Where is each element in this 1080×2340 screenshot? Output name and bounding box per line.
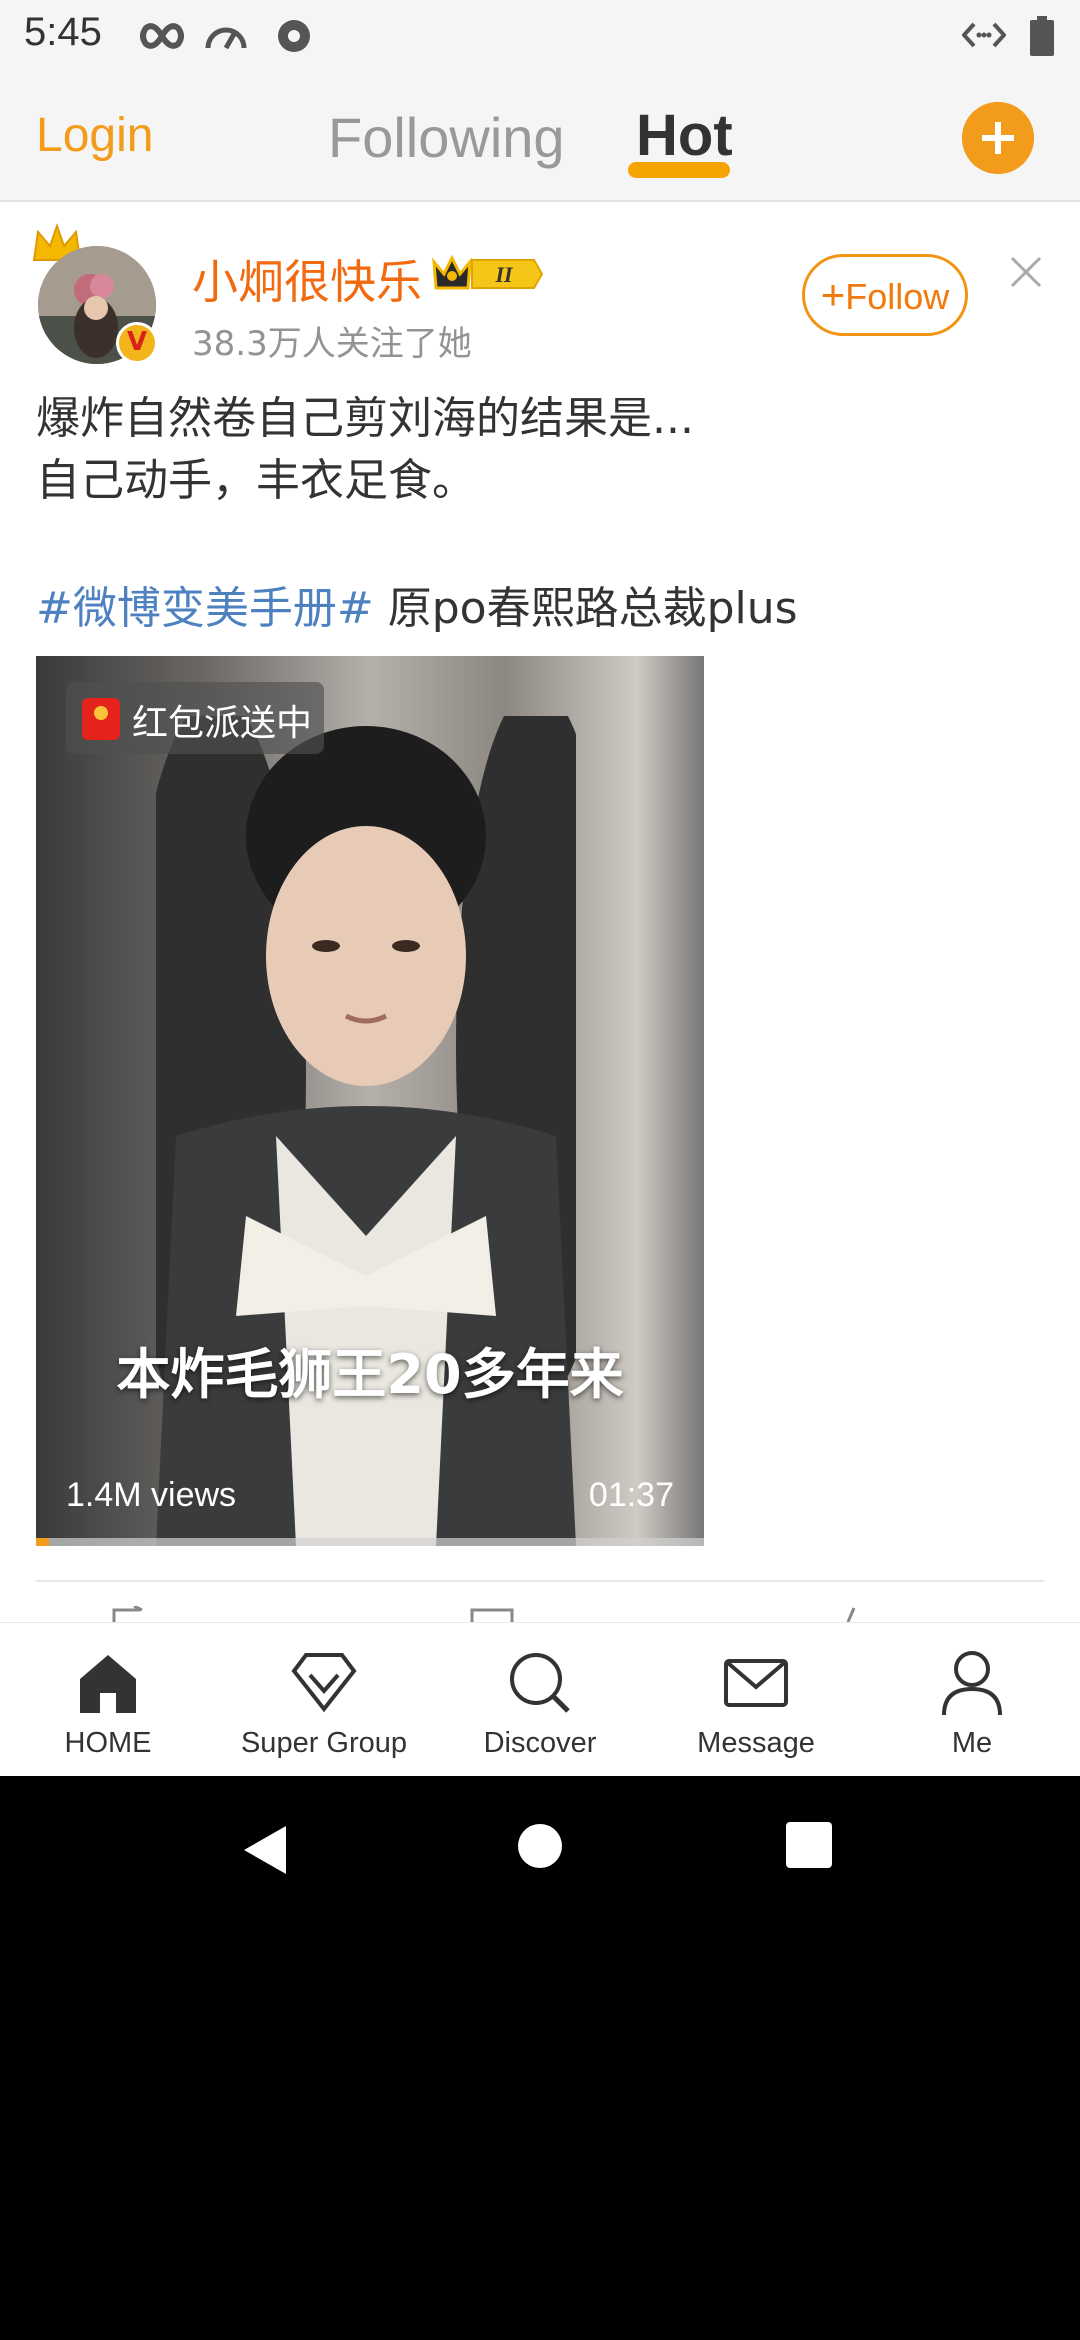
- system-navigation-bar: [0, 1776, 1080, 1920]
- tab-label: HOME: [64, 1727, 152, 1759]
- video-progress-fill: [36, 1538, 50, 1546]
- recents-icon[interactable]: [786, 1822, 832, 1868]
- person-icon: [942, 1651, 1002, 1716]
- repost-icon[interactable]: [110, 1606, 150, 1622]
- hashtag-link[interactable]: #微博变美手册#: [36, 583, 374, 634]
- tab-label: Message: [697, 1727, 815, 1759]
- video-player[interactable]: 红包派送中 本炸毛狮王20多年来 1.4M views 01:37: [36, 656, 704, 1546]
- speedometer-icon: [205, 27, 247, 50]
- tab-home[interactable]: HOME: [0, 1623, 216, 1776]
- compose-button[interactable]: [962, 102, 1034, 174]
- follow-plus-icon: +: [820, 271, 846, 318]
- video-views: 1.4M views: [66, 1476, 237, 1514]
- diamond-icon: [291, 1653, 357, 1713]
- tab-discover[interactable]: Discover: [432, 1623, 648, 1776]
- video-caption: 本炸毛狮王20多年来: [116, 1343, 624, 1406]
- battery-icon: [1030, 16, 1054, 56]
- close-icon[interactable]: [1008, 254, 1044, 290]
- search-icon: [510, 1653, 570, 1713]
- bottom-tab-bar: HOME Super Group Discover Message Me: [0, 1622, 1080, 1776]
- home-icon: [80, 1655, 136, 1713]
- like-icon[interactable]: [842, 1606, 862, 1622]
- post-actions-row: [0, 1606, 1080, 1622]
- infinity-icon: [140, 23, 184, 49]
- home-circle-icon[interactable]: [516, 1822, 564, 1870]
- follow-button[interactable]: +Follow: [802, 254, 968, 336]
- follower-count: 38.3万人关注了她: [192, 324, 472, 364]
- tab-super-group[interactable]: Super Group: [216, 1623, 432, 1776]
- back-icon[interactable]: [240, 1822, 290, 1878]
- app-screen: 5:45 Login Following Hot V 小炯很快乐 II 38.3…: [0, 0, 1080, 1776]
- video-duration: 01:37: [588, 1476, 674, 1514]
- video-progress-bar[interactable]: [36, 1538, 704, 1546]
- tab-label: Me: [951, 1727, 993, 1759]
- vip-level: II: [494, 262, 514, 287]
- red-packet-badge: 红包派送中: [66, 682, 324, 754]
- tab-label: Super Group: [240, 1727, 408, 1759]
- post-text-line: 爆炸自然卷自己剪刘海的结果是...: [36, 393, 694, 444]
- active-tab-indicator: [628, 162, 730, 178]
- verified-badge: V: [116, 322, 158, 364]
- tab-message[interactable]: Message: [648, 1623, 864, 1776]
- tab-label: Discover: [483, 1727, 597, 1759]
- vip-badge-icon: II: [432, 254, 544, 290]
- status-bar: 5:45: [0, 0, 1080, 72]
- red-packet-label: 红包派送中: [132, 703, 313, 744]
- post-body: 爆炸自然卷自己剪刘海的结果是... 自己动手，丰衣足食。: [36, 388, 694, 512]
- follow-label: Follow: [845, 276, 950, 317]
- video-thumbnail: [156, 716, 576, 1546]
- post-tag-line: #微博变美手册# 原po春熙路总裁plus: [36, 572, 798, 636]
- tab-hot[interactable]: Hot: [636, 102, 733, 169]
- post-text-line: 自己动手，丰衣足食。: [36, 455, 476, 506]
- top-navigation: Login Following Hot: [0, 72, 1080, 202]
- envelope-icon: [724, 1659, 788, 1707]
- tab-me[interactable]: Me: [864, 1623, 1080, 1776]
- plus-circle-icon: [962, 102, 1034, 174]
- comment-icon[interactable]: [470, 1606, 514, 1622]
- notification-badge-icon: [278, 20, 310, 52]
- divider: [36, 1580, 1044, 1582]
- tag-text: 原po春熙路总裁plus: [373, 583, 798, 634]
- author-name[interactable]: 小炯很快乐: [192, 246, 422, 312]
- red-packet-icon: [82, 698, 120, 740]
- data-arrows-icon: [962, 22, 1006, 48]
- status-time: 5:45: [24, 10, 102, 54]
- tab-following[interactable]: Following: [328, 105, 565, 170]
- login-link[interactable]: Login: [36, 108, 153, 163]
